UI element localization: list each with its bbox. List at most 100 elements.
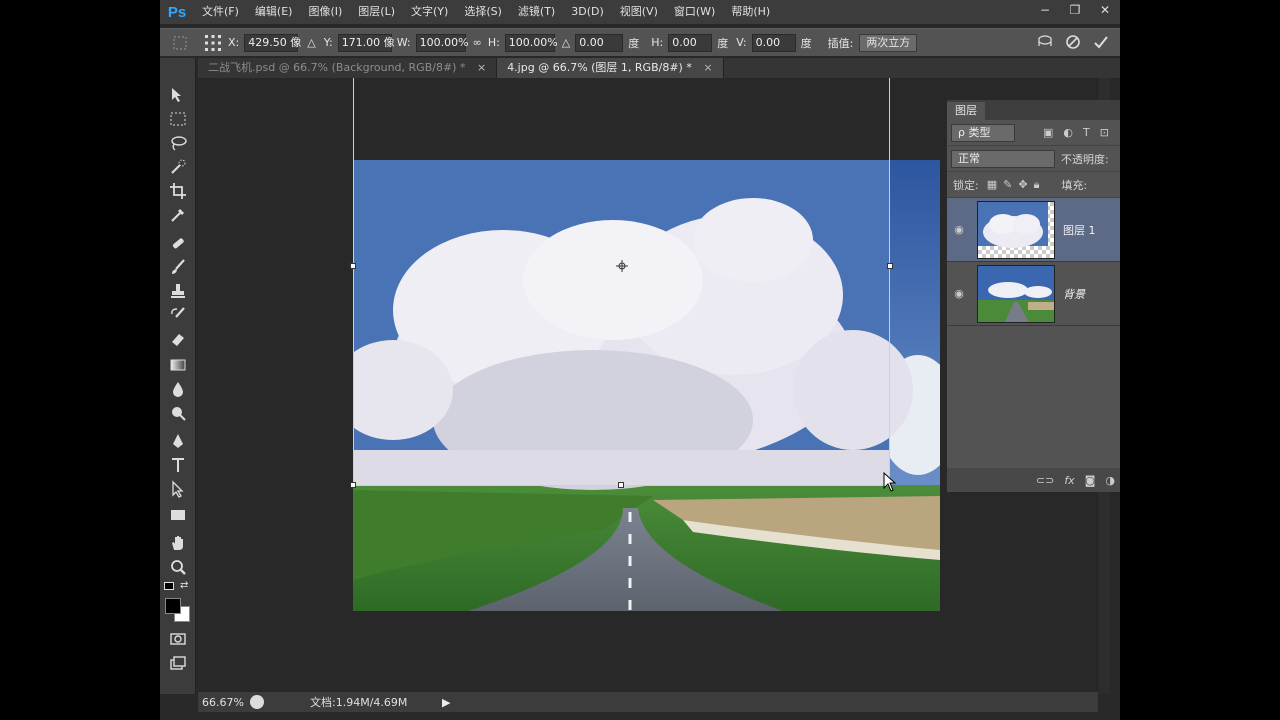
y-field[interactable]: 171.00 像 — [337, 33, 395, 52]
eyedropper-tool-icon[interactable] — [166, 204, 190, 226]
reference-point-icon[interactable] — [200, 34, 226, 52]
adjustment-filter-icon[interactable]: ◐ — [1063, 126, 1073, 139]
link-icon[interactable]: ⊂⊃ — [1036, 474, 1054, 487]
crop-tool-icon[interactable] — [166, 180, 190, 202]
status-menu-arrow-icon[interactable]: ▶ — [442, 696, 450, 709]
x-label: X: — [228, 36, 240, 49]
layer-name[interactable]: 背景 — [1063, 286, 1085, 302]
clone-stamp-tool-icon[interactable] — [166, 280, 190, 302]
rectangle-tool-icon[interactable] — [166, 504, 190, 526]
restore-button[interactable]: ❐ — [1060, 0, 1090, 20]
mask-icon[interactable]: ◙ — [1085, 474, 1096, 487]
lock-all-icon[interactable]: 🔒︎ — [1034, 178, 1040, 192]
photoshop-window: Ps 文件(F) 编辑(E) 图像(I) 图层(L) 文字(Y) 选择(S) 滤… — [160, 0, 1120, 720]
layer-filter-dropdown[interactable]: ρ 类型 — [951, 123, 1015, 142]
menu-3d[interactable]: 3D(D) — [563, 0, 612, 24]
menu-select[interactable]: 选择(S) — [456, 0, 510, 24]
transform-handle-mr[interactable] — [887, 263, 893, 269]
layer-row-background[interactable]: ◉ 背景 — [947, 262, 1120, 326]
dodge-tool-icon[interactable] — [166, 402, 190, 424]
tab-layers[interactable]: 图层 — [947, 102, 985, 120]
pixel-filter-icon[interactable]: ▣ — [1043, 126, 1053, 139]
marquee-tool-icon[interactable] — [166, 108, 190, 130]
blend-row: 正常 不透明度: — [947, 146, 1120, 172]
layer-row-layer1[interactable]: ◉ 图层 1 — [947, 198, 1120, 262]
transform-center-icon[interactable] — [616, 260, 628, 272]
shape-filter-icon[interactable]: ⊡ — [1100, 126, 1109, 139]
lock-label: 锁定: — [953, 178, 979, 192]
gradient-tool-icon[interactable] — [166, 354, 190, 376]
eye-icon[interactable]: ◉ — [947, 287, 971, 300]
brush-tool-icon[interactable] — [166, 256, 190, 278]
zoom-tool-icon[interactable] — [166, 556, 190, 578]
menu-filter[interactable]: 滤镜(T) — [510, 0, 563, 24]
window-controls: − ❐ ✕ — [1030, 0, 1120, 20]
delta-icon[interactable]: △ — [307, 36, 315, 49]
warp-icon[interactable] — [1036, 33, 1054, 54]
lock-position-icon[interactable]: ✥ — [1018, 178, 1027, 191]
healing-brush-tool-icon[interactable] — [166, 232, 190, 254]
transform-handle-bm[interactable] — [618, 482, 624, 488]
menu-layer[interactable]: 图层(L) — [350, 0, 403, 24]
toolbox: ⇄ — [160, 58, 196, 694]
blur-tool-icon[interactable] — [166, 378, 190, 400]
foreground-color-swatch[interactable] — [165, 598, 181, 614]
type-filter-icon[interactable]: T — [1083, 126, 1090, 139]
menu-window[interactable]: 窗口(W) — [666, 0, 723, 24]
history-brush-tool-icon[interactable] — [166, 304, 190, 326]
menu-image[interactable]: 图像(I) — [300, 0, 350, 24]
commit-transform-icon[interactable] — [1092, 33, 1110, 54]
interp-dropdown[interactable]: 两次立方 — [859, 33, 918, 52]
cancel-transform-icon[interactable] — [1064, 33, 1082, 54]
transform-handle-bl[interactable] — [350, 482, 356, 488]
quick-select-tool-icon[interactable] — [166, 156, 190, 178]
tab-document-1[interactable]: 二战飞机.psd @ 66.7% (Background, RGB/8#) * … — [198, 58, 498, 78]
hskew-unit: 度 — [717, 36, 729, 50]
vskew-field[interactable]: 0.00 — [751, 33, 796, 52]
w-field[interactable]: 100.00% — [415, 33, 469, 52]
hand-tool-icon[interactable] — [166, 532, 190, 554]
layer-name[interactable]: 图层 1 — [1063, 222, 1096, 238]
h-field[interactable]: 100.00% — [504, 33, 558, 52]
transform-bounding-box[interactable] — [353, 78, 890, 486]
tab-document-2[interactable]: 4.jpg @ 66.7% (图层 1, RGB/8#) * × — [497, 58, 724, 78]
move-tool-icon[interactable] — [166, 84, 190, 106]
x-field[interactable]: 429.50 像 — [244, 33, 301, 52]
screen-mode-icon[interactable] — [166, 652, 190, 674]
transform-handle-ml[interactable] — [350, 263, 356, 269]
layer-thumbnail — [977, 264, 1055, 323]
document-tabs: 二战飞机.psd @ 66.7% (Background, RGB/8#) * … — [198, 58, 1120, 78]
status-info-icon[interactable] — [250, 695, 264, 709]
close-button[interactable]: ✕ — [1090, 0, 1120, 20]
link-icon[interactable]: ∞ — [473, 36, 482, 49]
menu-file[interactable]: 文件(F) — [194, 0, 247, 24]
hskew-field[interactable]: 0.00 — [668, 33, 713, 52]
lock-brush-icon[interactable]: ✎ — [1003, 178, 1012, 191]
layer-filter-row: ρ 类型 ▣ ◐ T ⊡ — [947, 120, 1120, 146]
lasso-tool-icon[interactable] — [166, 132, 190, 154]
eye-icon[interactable]: ◉ — [947, 223, 971, 236]
tab-label: 4.jpg @ 66.7% (图层 1, RGB/8#) * — [507, 61, 692, 74]
blend-mode-dropdown[interactable]: 正常 — [951, 149, 1055, 168]
menu-edit[interactable]: 编辑(E) — [247, 0, 301, 24]
close-icon[interactable]: × — [703, 61, 712, 74]
close-icon[interactable]: × — [477, 61, 486, 74]
lock-transparent-icon[interactable]: ▦ — [987, 178, 997, 191]
swap-colors-icon[interactable]: ⇄ — [180, 580, 188, 591]
angle-field[interactable]: 0.00 — [575, 33, 624, 52]
default-colors-icon[interactable] — [164, 582, 174, 590]
zoom-level[interactable]: 66.67% — [202, 696, 246, 709]
transform-tool-icon[interactable] — [160, 35, 200, 51]
adjustment-icon[interactable]: ◑ — [1105, 474, 1115, 487]
quick-mask-icon[interactable] — [166, 628, 190, 650]
type-tool-icon[interactable] — [166, 454, 190, 476]
eraser-tool-icon[interactable] — [166, 328, 190, 350]
pen-tool-icon[interactable] — [166, 430, 190, 452]
menu-help[interactable]: 帮助(H) — [723, 0, 778, 24]
minimize-button[interactable]: − — [1030, 0, 1060, 20]
path-select-tool-icon[interactable] — [166, 478, 190, 500]
menu-view[interactable]: 视图(V) — [612, 0, 666, 24]
fx-icon[interactable]: fx — [1064, 474, 1074, 487]
menu-type[interactable]: 文字(Y) — [403, 0, 456, 24]
y-label: Y: — [323, 36, 333, 49]
